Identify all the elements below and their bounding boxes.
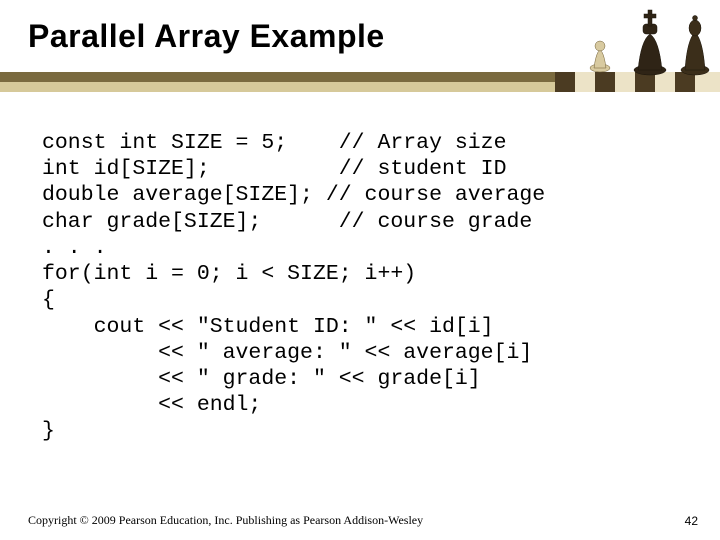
slide-header: Parallel Array Example <box>0 0 720 96</box>
page-title: Parallel Array Example <box>28 18 385 55</box>
page-number: 42 <box>685 514 698 528</box>
divider-dark <box>0 72 555 82</box>
copyright-text: Copyright © 2009 Pearson Education, Inc.… <box>28 513 423 528</box>
code-sample: const int SIZE = 5; // Array size int id… <box>42 130 545 445</box>
chess-decoration <box>555 0 720 92</box>
chess-pieces-icon <box>555 0 720 92</box>
